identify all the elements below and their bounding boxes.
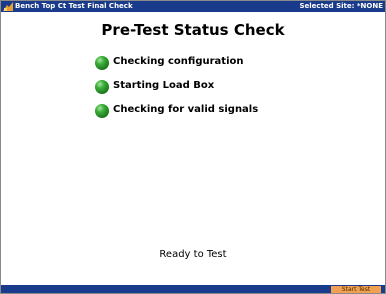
- bottom-bar: Start Test: [1, 285, 385, 293]
- check-label: Checking configuration: [113, 56, 244, 67]
- app-window: Bench Top Ct Test Final Check Selected S…: [0, 0, 386, 294]
- app-icon: [3, 2, 13, 11]
- green-led-icon: [95, 80, 109, 94]
- check-label: Checking for valid signals: [113, 104, 259, 115]
- status-text: Ready to Test: [159, 249, 227, 260]
- page-title: Pre-Test Status Check: [101, 21, 285, 39]
- title-bar: Bench Top Ct Test Final Check Selected S…: [1, 1, 385, 12]
- green-led-icon: [95, 56, 109, 70]
- selected-site: Selected Site: *NONE: [299, 2, 383, 10]
- app-title: Bench Top Ct Test Final Check: [15, 2, 133, 10]
- start-test-button[interactable]: Start Test: [331, 286, 381, 293]
- check-label: Starting Load Box: [113, 80, 215, 91]
- green-led-icon: [95, 104, 109, 118]
